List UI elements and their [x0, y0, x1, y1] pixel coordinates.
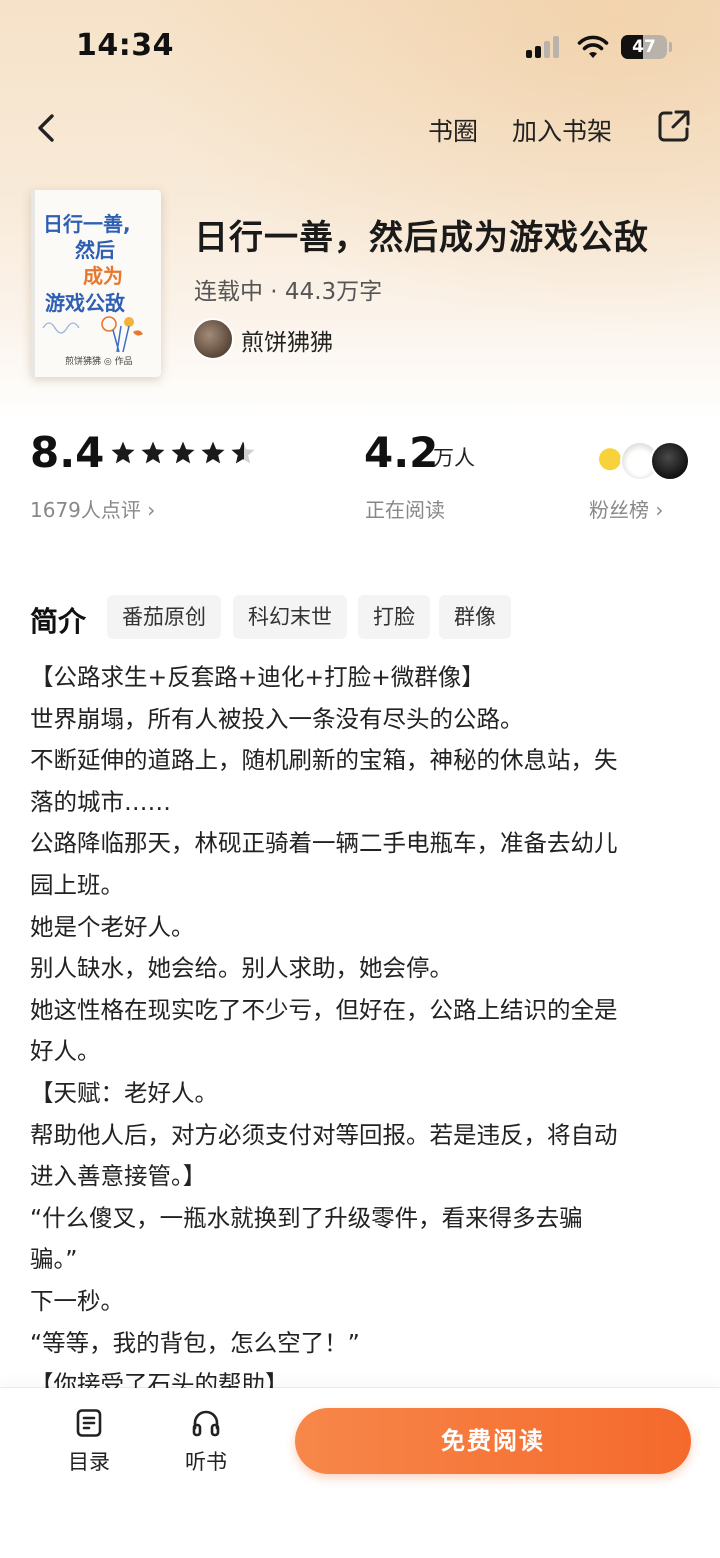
chevron-left-icon[interactable]: [28, 108, 68, 148]
tag-chip[interactable]: 番茄原创: [107, 595, 221, 639]
book-circle-link[interactable]: 书圈: [428, 112, 478, 148]
status-time: 14:34: [76, 28, 174, 63]
battery-percent: 47: [632, 37, 656, 57]
intro-text[interactable]: 【公路求生+反套路+迪化+打脸+微群像】 世界崩塌，所有人被投入一条没有尽头的公…: [30, 657, 700, 1406]
book-title: 日行一善，然后成为游戏公敌: [194, 218, 649, 258]
cellular-signal-icon: [526, 36, 564, 58]
intro-heading: 简介: [30, 605, 87, 638]
tag-chip[interactable]: 打脸: [358, 595, 430, 639]
intro-line: 骗。”: [30, 1245, 78, 1274]
cover-scribble: [42, 322, 80, 334]
add-to-shelf-button[interactable]: 加入书架: [512, 112, 612, 148]
tag-chip[interactable]: 群像: [439, 595, 511, 639]
intro-line: 进入善意接管。】: [30, 1162, 207, 1191]
author-avatar[interactable]: [192, 318, 234, 360]
fan-ranking-link[interactable]: 粉丝榜 ›: [589, 494, 663, 523]
intro-line: 她是个老好人。: [30, 912, 195, 941]
intro-line: 公路降临那天，林砚正骑着一辆二手电瓶车，准备去幼儿: [30, 829, 618, 858]
cover-title-line1: 日行一善,: [43, 212, 131, 236]
star-icon: [171, 441, 195, 464]
cover-spine: [31, 190, 35, 377]
share-icon[interactable]: [656, 108, 692, 144]
tag-chip[interactable]: 科幻末世: [233, 595, 347, 639]
intro-line: “等等，我的背包，怎么空了！”: [30, 1328, 360, 1357]
listen-button[interactable]: 听书: [166, 1408, 246, 1478]
book-cover[interactable]: 日行一善, 然后 成为 游戏公敌 煎饼狒狒 ◎ 作品: [31, 190, 161, 377]
catalog-label: 目录: [68, 1450, 110, 1474]
intro-line: 世界崩塌，所有人被投入一条没有尽头的公路。: [30, 704, 524, 733]
battery-tip: [669, 42, 672, 52]
status-bar: 14:34 47: [0, 0, 720, 96]
cover-title-line3: 成为: [83, 264, 123, 288]
wifi-icon: [577, 35, 609, 58]
star-icon: [201, 441, 225, 464]
top-nav: 书圈 加入书架: [0, 100, 720, 156]
star-rating: [111, 441, 255, 464]
bottom-action-bar: 目录 听书 免费阅读: [0, 1388, 720, 1558]
catalog-button[interactable]: 目录: [49, 1408, 129, 1478]
review-count-link[interactable]: 1679人点评 ›: [30, 494, 155, 523]
star-icon: [141, 441, 165, 464]
battery-icon: 47: [621, 35, 667, 59]
intro-line: 帮助他人后，对方必须支付对等回报。若是违反，将自动: [30, 1120, 618, 1149]
readers-label: 正在阅读: [365, 498, 445, 522]
star-icon: [111, 441, 135, 464]
cover-title-line2: 然后: [75, 238, 115, 262]
intro-line: 不断延伸的道路上，随机刷新的宝箱，神秘的休息站，失: [30, 746, 618, 775]
cover-flower-illustration: [101, 316, 143, 353]
intro-line: 好人。: [30, 1037, 101, 1066]
intro-line: 别人缺水，她会给。别人求助，她会停。: [30, 954, 453, 983]
fan-avatar[interactable]: [650, 441, 690, 481]
cover-author-credit: 煎饼狒狒 ◎ 作品: [65, 357, 133, 367]
rating-score: 8.4: [30, 428, 105, 477]
intro-line: 【公路求生+反套路+迪化+打脸+微群像】: [30, 663, 485, 691]
read-free-button[interactable]: 免费阅读: [295, 1408, 691, 1474]
intro-line: 【天赋：老好人。: [30, 1078, 218, 1107]
author-name[interactable]: 煎饼狒狒: [241, 323, 333, 357]
listen-label: 听书: [185, 1450, 227, 1474]
intro-line: 下一秒。: [30, 1286, 124, 1315]
book-meta: 连载中 · 44.3万字: [194, 279, 383, 305]
intro-line: 落的城市……: [30, 787, 171, 816]
intro-line: 园上班。: [30, 870, 124, 899]
half-star-icon: [231, 441, 255, 464]
headphones-icon: [192, 1410, 220, 1437]
readers-unit: 万人: [433, 446, 475, 470]
intro-line: 她这性格在现实吃了不少亏，但好在，公路上结识的全是: [30, 995, 618, 1024]
readers-count: 4.2: [364, 428, 439, 477]
catalog-icon: [76, 1409, 102, 1437]
intro-line: “什么傻叉，一瓶水就换到了升级零件，看来得多去骗: [30, 1203, 583, 1232]
